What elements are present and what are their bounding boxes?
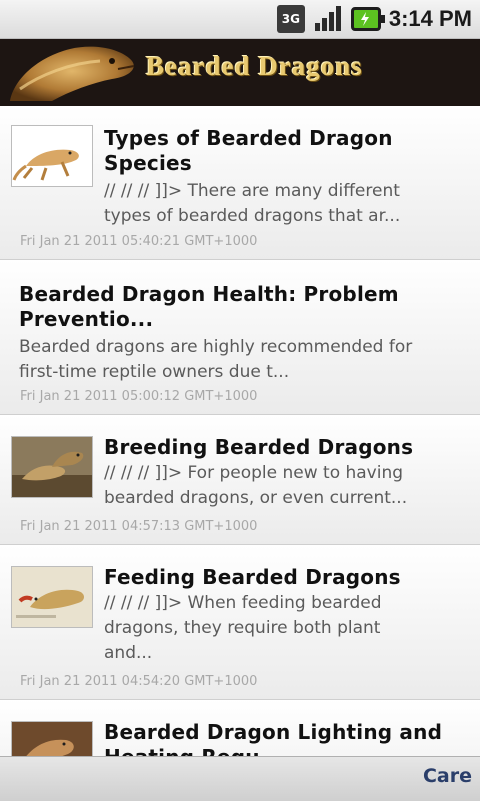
article-summary: // // // ]]> For people new to having be…: [104, 461, 407, 511]
app-banner: Bearded Dragons: [0, 39, 480, 106]
article-date: Fri Jan 21 2011 05:40:21 GMT+1000: [20, 234, 258, 249]
list-item[interactable]: Bearded Dragon Lighting and Heating Regu…: [0, 700, 480, 756]
article-summary: Bearded dragons are highly recommended f…: [19, 335, 412, 385]
summary-line: Bearded dragons are highly recommended f…: [19, 337, 413, 357]
3g-icon: 3G: [276, 5, 305, 33]
summary-line: first-time reptile owners due t...: [19, 362, 290, 382]
article-title-line: Preventio...: [19, 307, 154, 331]
bearded-dragon-logo-image: [0, 39, 145, 106]
summary-line: types of bearded dragons that ar...: [104, 206, 401, 226]
article-thumbnail: [11, 566, 93, 628]
article-title[interactable]: Types of Bearded Dragon Species: [104, 126, 393, 176]
battery-charging-icon: [350, 7, 385, 31]
clock: 3:14 PM: [388, 6, 472, 31]
article-title-line: Bearded Dragon Lighting and: [104, 720, 443, 744]
article-title-line: Heating Regu...: [104, 745, 442, 756]
article-title-line: Bearded Dragon Health: Problem: [19, 282, 399, 306]
status-bar: 3G 3:14 PM: [0, 0, 480, 39]
summary-line: and...: [104, 643, 153, 663]
article-date: Fri Jan 21 2011 04:57:13 GMT+1000: [20, 519, 258, 534]
article-summary: // // // ]]> There are many different ty…: [104, 179, 400, 229]
bottom-tab-bar: Care: [0, 756, 480, 801]
summary-line: // // // ]]> For people new to having: [104, 463, 404, 483]
list-item[interactable]: Feeding Bearded Dragons // // // ]]> Whe…: [0, 545, 480, 700]
feeding-dragon-thumbnail-image: [12, 567, 92, 627]
list-item[interactable]: Bearded Dragon Health: Problem Preventio…: [0, 260, 480, 415]
lizard-thumbnail-image: [12, 126, 92, 186]
signal-icon: [313, 5, 343, 33]
article-title-line: Species: [104, 151, 192, 175]
article-thumbnail: [11, 125, 93, 187]
summary-line: // // // ]]> When feeding bearded: [104, 593, 382, 613]
list-item[interactable]: Types of Bearded Dragon Species // // //…: [0, 106, 480, 260]
article-date: Fri Jan 21 2011 05:00:12 GMT+1000: [20, 389, 258, 404]
summary-line: // // // ]]> There are many different: [104, 181, 400, 201]
breeding-dragons-thumbnail-image: [12, 437, 92, 497]
network-label: 3G: [281, 12, 300, 26]
article-title[interactable]: Breeding Bearded Dragons: [104, 435, 413, 460]
article-summary: // // // ]]> When feeding bearded dragon…: [104, 591, 382, 666]
article-list[interactable]: Types of Bearded Dragon Species // // //…: [0, 106, 480, 756]
status-icons: 3G 3:14 PM: [276, 4, 472, 34]
article-title-line: Types of Bearded Dragon: [104, 126, 393, 150]
article-thumbnail: [11, 436, 93, 498]
lighting-dragon-thumbnail-image: [12, 722, 92, 756]
banner-title: Bearded Dragons: [146, 51, 363, 81]
article-title[interactable]: Feeding Bearded Dragons: [104, 565, 401, 590]
summary-line: dragons, they require both plant: [104, 618, 381, 638]
article-date: Fri Jan 21 2011 04:54:20 GMT+1000: [20, 674, 258, 689]
article-title[interactable]: Bearded Dragon Health: Problem Preventio…: [19, 282, 399, 332]
article-thumbnail: [11, 721, 93, 756]
tab-care[interactable]: Care: [423, 765, 472, 787]
summary-line: bearded dragons, or even current...: [104, 488, 408, 508]
article-title-line: Breeding Bearded Dragons: [104, 435, 414, 459]
article-title[interactable]: Bearded Dragon Lighting and Heating Regu…: [104, 720, 442, 756]
article-title-line: Feeding Bearded Dragons: [104, 565, 401, 589]
list-item[interactable]: Breeding Bearded Dragons // // // ]]> Fo…: [0, 415, 480, 545]
